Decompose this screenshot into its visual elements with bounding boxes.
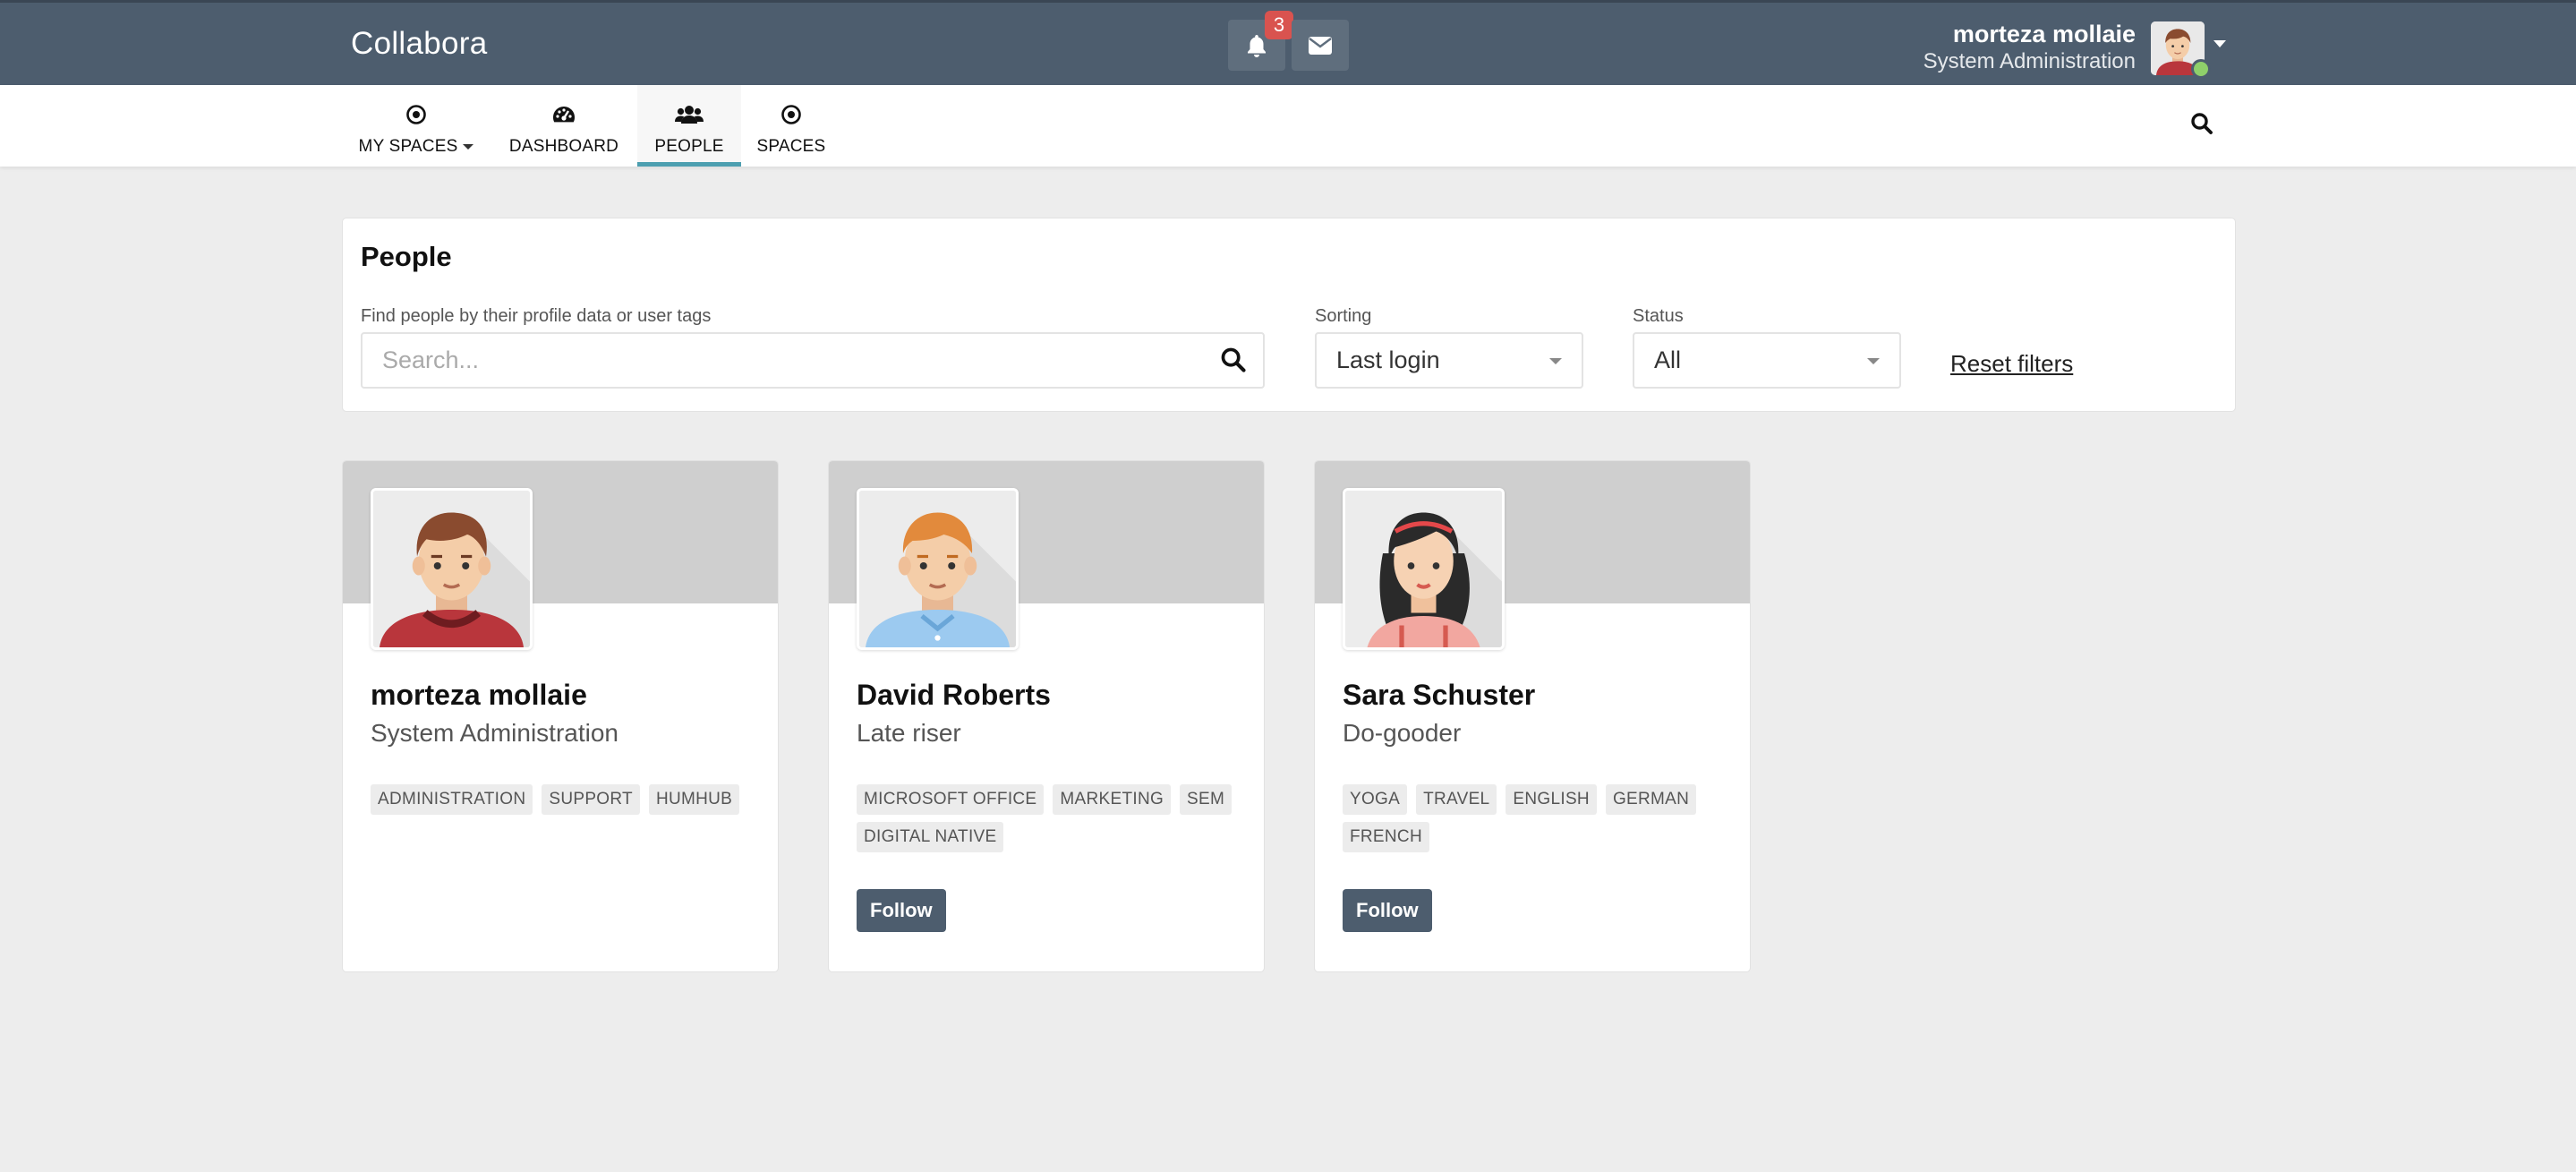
people-filter-panel: People Find people by their profile data… xyxy=(342,218,2236,412)
person-title: System Administration xyxy=(371,719,618,747)
dot-circle-icon xyxy=(405,101,427,128)
nav-my-spaces[interactable]: MY SPACES xyxy=(359,85,474,167)
search-field-label: Find people by their profile data or use… xyxy=(361,306,712,326)
user-tag[interactable]: TRAVEL xyxy=(1416,784,1497,815)
users-icon xyxy=(675,101,704,128)
person-name[interactable]: David Roberts xyxy=(857,679,1051,712)
profile-avatar[interactable] xyxy=(1343,488,1505,650)
search-submit-button[interactable] xyxy=(1220,346,1247,378)
person-tags: ADMINISTRATION SUPPORT HUMHUB xyxy=(371,784,764,815)
people-search-input[interactable] xyxy=(361,332,1265,389)
current-user-title: System Administration xyxy=(1923,49,2136,73)
envelope-icon xyxy=(1309,36,1332,55)
top-bar: Collabora 3 morteza mollaie System Admin… xyxy=(0,0,2576,85)
nav-spaces-label: SPACES xyxy=(756,137,826,156)
dot-circle-icon xyxy=(780,101,802,128)
person-title: Late riser xyxy=(857,719,961,747)
user-menu-chevron-down-icon[interactable] xyxy=(2213,40,2226,47)
person-tags: YOGA TRAVEL ENGLISH GERMAN FRENCH xyxy=(1343,784,1736,852)
search-icon xyxy=(2191,113,2213,134)
chevron-down-icon xyxy=(1867,358,1880,364)
chevron-down-icon xyxy=(1549,358,1562,364)
user-tag[interactable]: SEM xyxy=(1180,784,1233,815)
global-search-button[interactable] xyxy=(2190,112,2213,140)
user-tag[interactable]: MARKETING xyxy=(1053,784,1172,815)
nav-my-spaces-label: MY SPACES xyxy=(358,137,458,156)
online-status-indicator xyxy=(2191,59,2211,79)
status-select-value: All xyxy=(1654,346,1682,373)
notification-count-badge: 3 xyxy=(1265,11,1293,39)
user-tag[interactable]: FRENCH xyxy=(1343,822,1429,852)
person-tags: MICROSOFT OFFICE MARKETING SEM DIGITAL N… xyxy=(857,784,1250,852)
brand-logo[interactable]: Collabora xyxy=(351,26,488,62)
person-card: David Roberts Late riser MICROSOFT OFFIC… xyxy=(828,460,1265,972)
user-tag[interactable]: ENGLISH xyxy=(1506,784,1597,815)
user-tag[interactable]: DIGITAL NATIVE xyxy=(857,822,1004,852)
sorting-select[interactable]: Last login xyxy=(1315,332,1583,389)
user-tag[interactable]: SUPPORT xyxy=(542,784,640,815)
profile-avatar[interactable] xyxy=(371,488,533,650)
follow-button[interactable]: Follow xyxy=(1343,889,1432,932)
person-title: Do-gooder xyxy=(1343,719,1462,747)
messages-button[interactable] xyxy=(1292,20,1349,71)
nav-dashboard[interactable]: DASHBOARD xyxy=(507,85,621,167)
sorting-label: Sorting xyxy=(1315,306,1372,326)
status-select[interactable]: All xyxy=(1633,332,1901,389)
search-icon xyxy=(1221,347,1246,372)
page-title: People xyxy=(361,241,452,272)
reset-filters-link[interactable]: Reset filters xyxy=(1950,350,2073,378)
current-user-name[interactable]: morteza mollaie xyxy=(1953,21,2136,48)
sorting-select-value: Last login xyxy=(1336,346,1440,373)
user-tag[interactable]: GERMAN xyxy=(1605,784,1697,815)
nav-people-label: PEOPLE xyxy=(654,137,724,156)
person-card: Sara Schuster Do-gooder YOGA TRAVEL ENGL… xyxy=(1314,460,1751,972)
nav-people[interactable]: PEOPLE xyxy=(637,85,741,167)
user-tag[interactable]: HUMHUB xyxy=(648,784,740,815)
user-tag[interactable]: MICROSOFT OFFICE xyxy=(857,784,1045,815)
status-label: Status xyxy=(1633,306,1684,326)
person-name[interactable]: morteza mollaie xyxy=(371,679,587,712)
user-tag[interactable]: ADMINISTRATION xyxy=(371,784,533,815)
profile-avatar[interactable] xyxy=(857,488,1019,650)
user-tag[interactable]: YOGA xyxy=(1343,784,1408,815)
person-name[interactable]: Sara Schuster xyxy=(1343,679,1535,712)
chevron-down-icon xyxy=(463,144,474,150)
main-navigation: MY SPACES DASHBOARD PEOPLE SPACES xyxy=(0,85,2576,167)
follow-button[interactable]: Follow xyxy=(857,889,946,932)
person-card: morteza mollaie System Administration AD… xyxy=(342,460,779,972)
nav-dashboard-label: DASHBOARD xyxy=(508,137,619,156)
dashboard-icon xyxy=(551,101,576,128)
nav-spaces[interactable]: SPACES xyxy=(750,85,832,167)
